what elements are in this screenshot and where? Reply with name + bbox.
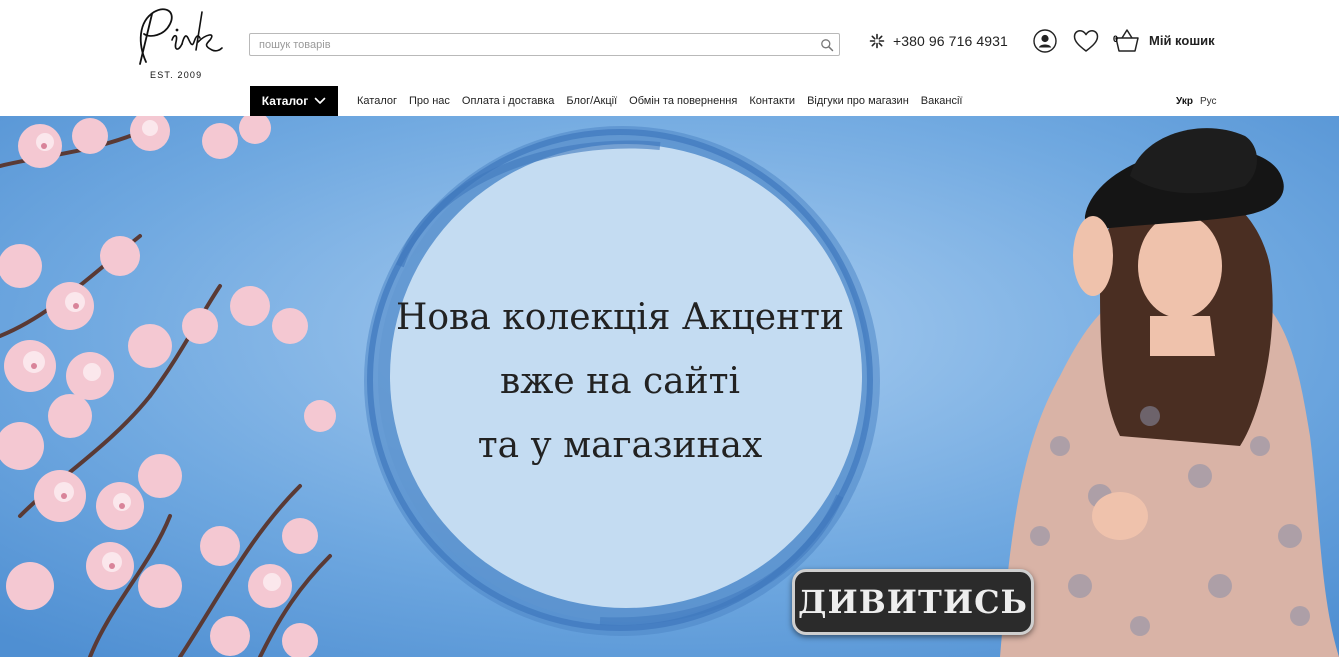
search-icon[interactable] <box>820 38 834 52</box>
site-header: EST. 2009 +38 <box>0 0 1339 116</box>
catalog-button-label: Каталог <box>261 94 309 108</box>
main-nav: Каталог Про нас Оплата і доставка Блог/А… <box>351 95 968 107</box>
logo[interactable]: EST. 2009 <box>132 4 224 82</box>
nav-item-about[interactable]: Про нас <box>409 95 450 107</box>
chevron-down-icon <box>314 97 326 104</box>
logo-est: EST. 2009 <box>150 70 203 80</box>
nav-item-contacts[interactable]: Контакти <box>749 95 795 107</box>
nav-item-payment-delivery[interactable]: Оплата і доставка <box>462 95 554 107</box>
hero-line-1: Нова колекція Акценти <box>395 297 845 338</box>
hero-line-2: вже на сайті <box>499 361 741 402</box>
hero-banner[interactable]: Нова колекція Акценти вже на сайті та у … <box>0 116 1339 657</box>
nav-item-blog[interactable]: Блог/Акції <box>566 95 617 107</box>
cart-label[interactable]: Мій кошик <box>1149 33 1215 48</box>
phone-icon <box>869 33 885 49</box>
phone-block[interactable]: +380 96 716 4931 <box>869 31 1008 51</box>
logo-mark <box>139 8 223 65</box>
nav-item-vacancies[interactable]: Вакансії <box>921 95 963 107</box>
nav-item-catalog[interactable]: Каталог <box>357 95 397 107</box>
heart-icon[interactable] <box>1073 29 1099 53</box>
catalog-dropdown-button[interactable]: Каталог <box>250 86 338 116</box>
hero-view-button[interactable]: ДИВИТИСЬ <box>792 569 1034 635</box>
user-icon[interactable] <box>1033 29 1057 53</box>
search-input[interactable] <box>259 37 819 52</box>
search-bar <box>249 33 840 56</box>
nav-item-exchange-return[interactable]: Обмін та повернення <box>629 95 737 107</box>
lang-ukr[interactable]: Укр <box>1176 96 1193 107</box>
language-switcher: Укр Рус <box>1176 96 1217 107</box>
lang-rus[interactable]: Рус <box>1200 96 1217 107</box>
hero-line-3: та у магазинах <box>477 425 763 466</box>
nav-item-reviews[interactable]: Відгуки про магазин <box>807 95 909 107</box>
hero-headline: Нова колекція Акценти вже на сайті та у … <box>360 286 880 478</box>
page: EST. 2009 +38 <box>0 0 1339 657</box>
cart-count-badge: 0 <box>1113 34 1119 44</box>
phone-number[interactable]: +380 96 716 4931 <box>893 33 1008 49</box>
